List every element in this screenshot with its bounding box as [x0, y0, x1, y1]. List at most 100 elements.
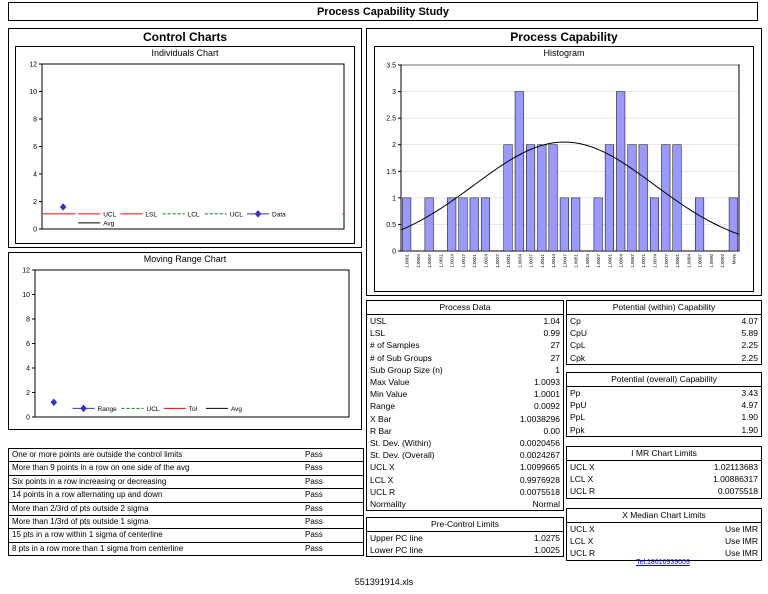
cap-within-value: 4.07	[741, 315, 758, 327]
svg-text:1.0021: 1.0021	[472, 254, 477, 268]
x-median-chart-limits-table: X Median Chart LimitsUCL XUse IMRLCL XUs…	[566, 508, 762, 561]
process-data-value: 0.0024267	[520, 449, 560, 461]
svg-text:0: 0	[392, 249, 396, 256]
process-data-row: # of Samples27	[367, 339, 563, 351]
process-data-row: UCL R 0.0075518	[367, 486, 563, 498]
individuals-chart-title: Individuals Chart	[16, 47, 354, 59]
svg-text:3: 3	[392, 89, 396, 96]
svg-text:0: 0	[26, 415, 30, 422]
cap-within-header: Potential (within) Capability	[567, 301, 761, 315]
svg-text:1.0024: 1.0024	[484, 254, 489, 268]
svg-text:Avg: Avg	[231, 406, 242, 413]
svg-text:1.0093: 1.0093	[720, 254, 725, 268]
process-data-value: 1.04	[543, 315, 560, 327]
cap-overall-row: PpU4.97	[567, 399, 761, 411]
process-capability-group: Process Capability Histogram 00.511.522.…	[366, 28, 762, 296]
imr-limits-row: UCL X1.02113683	[567, 461, 761, 473]
svg-text:1.0041: 1.0041	[540, 254, 545, 268]
process-data-value: 1.0001	[534, 388, 560, 400]
cap-within-label: CpL	[570, 339, 586, 351]
x-median-limits-label: UCL X	[570, 523, 595, 535]
pre-control-row: Lower PC line1.0025	[367, 544, 563, 556]
cap-within-value: 5.89	[741, 327, 758, 339]
process-data-label: UCL R	[370, 486, 395, 498]
x-median-limits-row: UCL XUse IMR	[567, 523, 761, 535]
svg-text:Range: Range	[98, 406, 118, 413]
process-data-value: 0.0092	[534, 400, 560, 412]
moving-range-chart-frame: Moving Range Chart 024681012RangeUCLTolA…	[8, 252, 362, 430]
histogram-chart: 00.511.522.533.51.00011.00041.00071.0011…	[375, 59, 749, 287]
process-data-label: USL	[370, 315, 387, 327]
cap-within-row: CpU 5.89	[567, 327, 761, 339]
svg-text:1.0077: 1.0077	[664, 254, 669, 268]
cap-within-label: CpU	[570, 327, 587, 339]
svg-text:More: More	[731, 254, 736, 265]
svg-text:10: 10	[22, 292, 30, 299]
process-data-row: # of Sub Groups 27	[367, 352, 563, 364]
rule-text: One or more points are outside the contr…	[9, 449, 301, 461]
workbook-filename: 551391914.xls	[0, 577, 768, 587]
process-data-value: 0.0075518	[520, 486, 560, 498]
histogram-chart-title: Histogram	[375, 47, 753, 59]
x-median-limits-row: UCL RUse IMR	[567, 547, 761, 559]
process-data-row: Range0.0092	[367, 400, 563, 412]
rule-row: 14 points in a row alternating up and do…	[9, 489, 363, 502]
process-data-label: St. Dev. (Within)	[370, 437, 431, 449]
svg-text:UCL: UCL	[103, 211, 116, 218]
svg-text:1.0081: 1.0081	[675, 254, 680, 268]
cap-within-row: Cpk2.25	[567, 352, 761, 364]
tel-hyperlink[interactable]: Tel:18616939009	[636, 559, 690, 566]
svg-text:0: 0	[33, 227, 37, 234]
svg-text:2: 2	[26, 390, 30, 397]
svg-text:1.0044: 1.0044	[551, 254, 556, 268]
svg-text:10: 10	[29, 89, 37, 96]
process-data-label: Normality	[370, 498, 406, 510]
svg-text:LSL: LSL	[145, 211, 157, 218]
process-data-value: 0.00	[543, 425, 560, 437]
svg-text:Avg: Avg	[103, 220, 114, 227]
svg-text:3.5: 3.5	[386, 63, 396, 70]
svg-text:1.0001: 1.0001	[405, 254, 410, 268]
imr-limits-header: I MR Chart Limits	[567, 447, 761, 461]
cap-overall-label: PpL	[570, 411, 585, 423]
svg-text:1.0037: 1.0037	[529, 254, 534, 268]
pre-control-limits-table: Pre-Control LimitsUpper PC line1.0275Low…	[366, 517, 564, 557]
tel-link-container: Tel:18616939009	[566, 559, 760, 566]
svg-text:1.0027: 1.0027	[495, 254, 500, 268]
process-data-value: 1.0038296	[520, 413, 560, 425]
svg-text:1.0071: 1.0071	[641, 254, 646, 268]
svg-text:1.0087: 1.0087	[698, 254, 703, 268]
process-data-label: LSL	[370, 327, 385, 339]
process-data-row: Sub Group Size (n)1	[367, 364, 563, 376]
individuals-chart: 024681012UCLLSLLCLUCLDataAvg	[16, 59, 352, 235]
svg-text:12: 12	[29, 62, 37, 69]
svg-text:6: 6	[26, 341, 30, 348]
rule-result: Pass	[301, 449, 363, 461]
process-data-value: 27	[551, 352, 560, 364]
rule-result: Pass	[301, 489, 363, 501]
rule-row: 8 pts in a row more than 1 sigma from ce…	[9, 543, 363, 555]
process-data-label: # of Samples	[370, 339, 420, 351]
svg-text:Data: Data	[272, 211, 286, 218]
cap-overall-label: Ppk	[570, 424, 585, 436]
svg-text:2: 2	[33, 199, 37, 206]
process-data-row: St. Dev. (Within) 0.0020456	[367, 437, 563, 449]
process-data-label: UCL X	[370, 461, 395, 473]
rule-text: 15 pts in a row within 1 sigma of center…	[9, 529, 301, 541]
rule-row: More than 2/3rd of pts outside 2 sigmaPa…	[9, 503, 363, 516]
rule-text: More than 9 points in a row on one side …	[9, 462, 301, 474]
process-data-row: St. Dev. (Overall)0.0024267	[367, 449, 563, 461]
svg-text:1.0031: 1.0031	[506, 254, 511, 268]
svg-text:1.0011: 1.0011	[438, 254, 443, 268]
svg-text:2: 2	[392, 142, 396, 149]
process-data-row: X Bar1.0038296	[367, 413, 563, 425]
svg-text:1.0014: 1.0014	[450, 254, 455, 268]
process-data-label: # of Sub Groups	[370, 352, 432, 364]
page-title: Process Capability Study	[8, 2, 758, 21]
process-data-value: 0.0020456	[520, 437, 560, 449]
x-median-limits-row: LCL XUse IMR	[567, 535, 761, 547]
pre-control-header: Pre-Control Limits	[367, 518, 563, 532]
process-data-value: 1.0093	[534, 376, 560, 388]
process-data-value: 1	[555, 364, 560, 376]
svg-text:1.0090: 1.0090	[709, 254, 714, 268]
